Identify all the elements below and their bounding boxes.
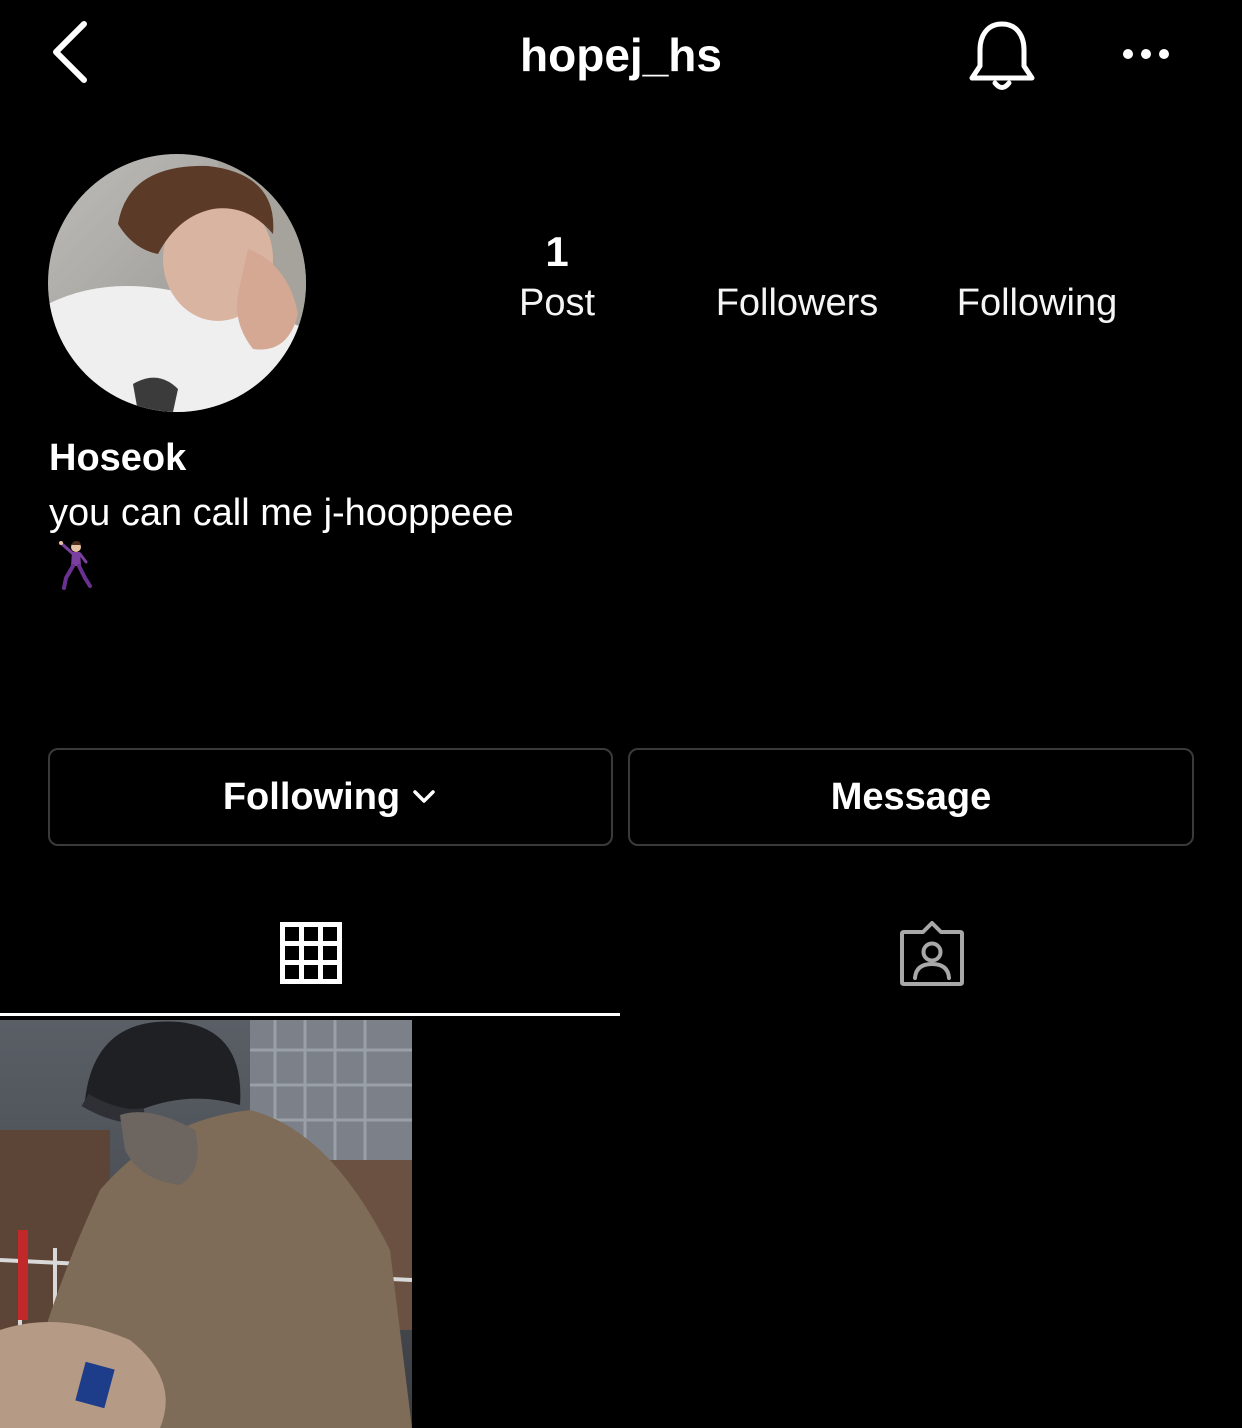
following-button-label: Following — [222, 775, 401, 818]
profile-bio: you can call me j-hooppeee — [49, 492, 514, 534]
following-count — [932, 226, 1142, 278]
profile-display-name: Hoseok — [49, 437, 187, 479]
active-tab-indicator — [0, 1013, 620, 1016]
chevron-left-icon — [53, 21, 87, 83]
profile-username-title: hopej_hs — [520, 29, 722, 81]
tagged-person-icon — [900, 921, 964, 986]
posts-count: 1 — [545, 228, 569, 275]
followers-stat[interactable]: Followers — [697, 226, 897, 328]
tab-tagged[interactable] — [620, 900, 1242, 1016]
post-photo — [0, 1020, 412, 1428]
following-label: Following — [956, 282, 1118, 324]
more-horizontal-icon — [1123, 49, 1169, 59]
grid-icon — [280, 922, 342, 984]
following-stat[interactable]: Following — [932, 226, 1142, 328]
message-button-label: Message — [830, 775, 992, 818]
bell-icon — [969, 21, 1035, 90]
message-button[interactable]: Message — [628, 748, 1194, 846]
posts-count-stat[interactable]: 1 Post — [487, 226, 627, 328]
back-button[interactable] — [40, 14, 104, 90]
chevron-down-icon — [413, 790, 435, 803]
notifications-button[interactable] — [960, 14, 1044, 98]
profile-avatar[interactable] — [48, 154, 306, 412]
post-thumbnail[interactable] — [0, 1020, 412, 1428]
more-options-button[interactable] — [1110, 24, 1182, 84]
followers-label: Followers — [715, 282, 879, 324]
posts-label: Post — [518, 282, 596, 324]
avatar-photo — [48, 154, 306, 412]
followers-count — [697, 226, 897, 278]
tab-posts-grid[interactable] — [0, 900, 620, 1016]
man-dancing-emoji — [54, 540, 98, 590]
following-dropdown-button[interactable]: Following — [48, 748, 613, 846]
